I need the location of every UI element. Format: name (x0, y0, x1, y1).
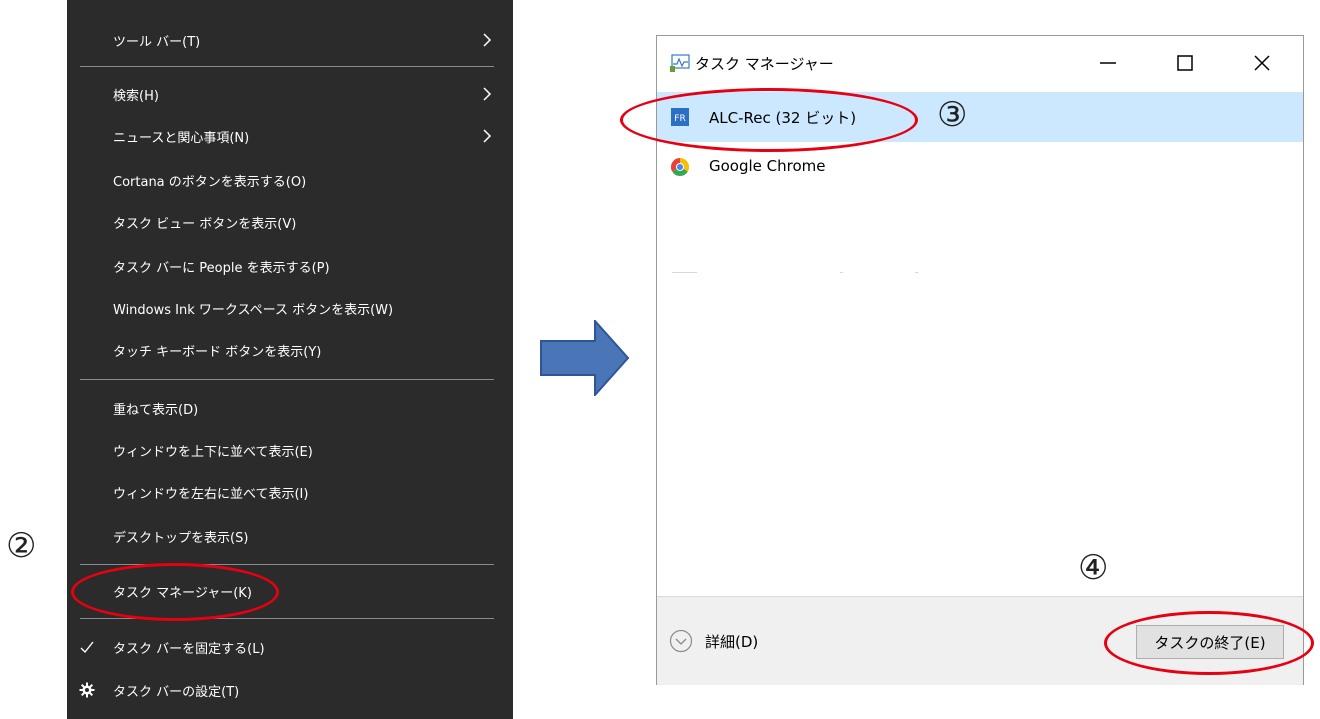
menu-item-show-desktop[interactable]: デスクトップを表示(S) (67, 516, 513, 556)
divider-line (672, 272, 697, 273)
close-button[interactable] (1239, 46, 1285, 80)
menu-item-taskbar-settings[interactable]: タスク バーの設定(T) (67, 670, 513, 710)
more-details-label: 詳細(D) (705, 633, 759, 651)
step-2-marker: ② (6, 526, 37, 566)
menu-item-label: ニュースと関心事項(N) (113, 130, 250, 146)
menu-item-cascade[interactable]: 重ねて表示(D) (67, 388, 513, 428)
menu-item-side-by-side[interactable]: ウィンドウを左右に並べて表示(I) (67, 472, 513, 512)
chevron-right-icon (483, 129, 492, 143)
menu-item-cortana[interactable]: Cortana のボタンを表示する(O) (67, 160, 513, 200)
menu-item-label: タスク バーの設定(T) (113, 684, 240, 700)
menu-item-label: Cortana のボタンを表示する(O) (113, 174, 307, 190)
minimize-icon (1100, 62, 1116, 64)
maximize-button[interactable] (1162, 46, 1208, 80)
menu-item-label: デスクトップを表示(S) (113, 530, 249, 546)
menu-item-label: タスク ビュー ボタンを表示(V) (113, 216, 297, 232)
step-4-marker: ④ (1078, 548, 1109, 588)
menu-separator (80, 379, 494, 380)
menu-item-label: タスク バーに People を表示する(P) (113, 260, 330, 276)
chevron-down-circle-icon (669, 629, 693, 653)
menu-item-label: Windows Ink ワークスペース ボタンを表示(W) (113, 302, 394, 318)
step-3-marker: ③ (937, 95, 968, 135)
menu-item-label: ウィンドウを左右に並べて表示(I) (113, 486, 309, 502)
menu-item-search[interactable]: 検索(H) (67, 74, 513, 114)
menu-separator (80, 66, 494, 67)
menu-item-people[interactable]: タスク バーに People を表示する(P) (67, 246, 513, 286)
menu-item-label: タスク バーを固定する(L) (113, 641, 265, 657)
menu-item-label: 検索(H) (113, 88, 159, 104)
right-arrow-icon (540, 320, 630, 396)
title-bar: タスク マネージャー (657, 36, 1303, 88)
checkmark-icon (80, 641, 94, 654)
menu-item-windows-ink[interactable]: Windows Ink ワークスペース ボタンを表示(W) (67, 288, 513, 328)
menu-item-stacked[interactable]: ウィンドウを上下に並べて表示(E) (67, 430, 513, 470)
highlight-oval-alc-rec (620, 88, 918, 152)
menu-item-lock-taskbar[interactable]: タスク バーを固定する(L) (67, 627, 513, 667)
window-title: タスク マネージャー (695, 55, 834, 73)
menu-item-label: 重ねて表示(D) (113, 402, 199, 418)
gear-icon (79, 682, 95, 698)
menu-item-label: ウィンドウを上下に並べて表示(E) (113, 444, 313, 460)
chevron-right-icon (483, 87, 492, 101)
minimize-button[interactable] (1085, 46, 1131, 80)
menu-item-toolbar[interactable]: ツール バー(T) (67, 20, 513, 60)
task-manager-icon (670, 54, 690, 72)
highlight-oval-task-manager (71, 563, 279, 621)
maximize-icon (1177, 55, 1193, 71)
divider-line (840, 272, 843, 273)
menu-item-label: タッチ キーボード ボタンを表示(Y) (113, 344, 322, 360)
menu-item-news-interests[interactable]: ニュースと関心事項(N) (67, 116, 513, 156)
highlight-oval-end-task (1104, 611, 1314, 675)
menu-item-touch-keyboard[interactable]: タッチ キーボード ボタンを表示(Y) (67, 330, 513, 370)
divider-line (915, 272, 918, 273)
close-icon (1254, 55, 1270, 71)
chrome-icon (671, 158, 689, 176)
app-row-label: Google Chrome (709, 157, 826, 175)
menu-item-task-view[interactable]: タスク ビュー ボタンを表示(V) (67, 202, 513, 242)
chevron-right-icon (483, 33, 492, 47)
menu-item-label: ツール バー(T) (113, 34, 201, 50)
